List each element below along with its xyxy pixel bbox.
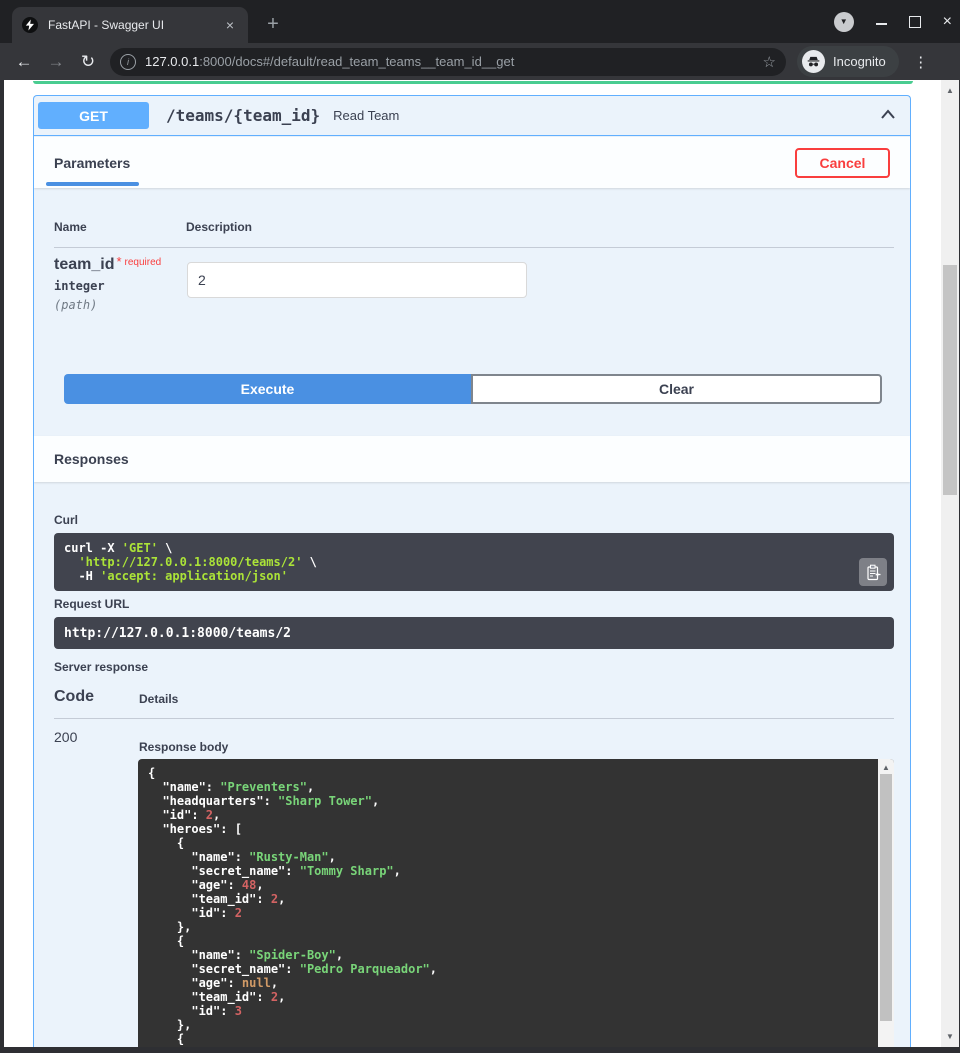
response-body-label: Response body bbox=[139, 740, 228, 754]
param-row: team_id* required integer (path) bbox=[54, 254, 161, 312]
scroll-up-icon[interactable]: ▲ bbox=[878, 763, 894, 772]
parameters-tab: Parameters bbox=[54, 155, 130, 171]
method-badge: GET bbox=[38, 102, 149, 129]
curl-block: curl -X 'GET' \ 'http://127.0.0.1:8000/t… bbox=[54, 533, 894, 591]
required-label: required bbox=[125, 257, 162, 268]
url-path: :8000/docs#/default/read_team_teams__tea… bbox=[199, 54, 514, 69]
copy-button[interactable] bbox=[859, 558, 887, 586]
get-opblock: GET /teams/{team_id} Read Team Parameter… bbox=[33, 95, 911, 1047]
browser-update-indicator[interactable]: ▼ bbox=[834, 12, 854, 32]
url-text: 127.0.0.1:8000/docs#/default/read_team_t… bbox=[145, 54, 757, 69]
page-scrollbar[interactable]: ▲ ▼ bbox=[941, 80, 959, 1047]
response-scroll-thumb[interactable] bbox=[880, 774, 892, 1021]
browser-tab-bar: FastAPI - Swagger UI × + ▼ × bbox=[0, 0, 960, 43]
server-response-label: Server response bbox=[54, 660, 148, 674]
response-divider bbox=[54, 718, 894, 719]
param-value-input[interactable] bbox=[187, 262, 527, 298]
reload-button[interactable]: ↻ bbox=[72, 52, 104, 72]
responses-header: Responses bbox=[34, 436, 910, 482]
site-info-icon[interactable]: i bbox=[120, 54, 136, 70]
response-scrollbar[interactable]: ▲ bbox=[878, 759, 894, 1047]
params-col-name: Name bbox=[54, 220, 87, 234]
parameters-tab-underline bbox=[46, 182, 139, 186]
parameters-header: Parameters Cancel bbox=[34, 137, 910, 188]
details-column-label: Details bbox=[139, 692, 178, 706]
page-scroll-thumb[interactable] bbox=[943, 265, 957, 495]
param-in: (path) bbox=[54, 298, 161, 312]
browser-menu-icon[interactable]: ⋮ bbox=[909, 53, 933, 71]
params-divider bbox=[54, 247, 894, 248]
request-url-label: Request URL bbox=[54, 597, 129, 611]
param-name: team_id bbox=[54, 256, 114, 273]
request-url-text: http://127.0.0.1:8000/teams/2 bbox=[64, 626, 291, 641]
swagger-page: GET /teams/{team_id} Read Team Parameter… bbox=[4, 80, 941, 1047]
responses-title: Responses bbox=[54, 451, 129, 467]
bookmark-star-icon[interactable]: ☆ bbox=[763, 53, 776, 71]
request-url-block: http://127.0.0.1:8000/teams/2 bbox=[54, 617, 894, 649]
execute-button[interactable]: Execute bbox=[64, 374, 471, 404]
tab-title: FastAPI - Swagger UI bbox=[48, 18, 222, 32]
status-code: 200 bbox=[54, 729, 77, 745]
page-scroll-down-icon[interactable]: ▼ bbox=[941, 1032, 959, 1041]
new-tab-button[interactable]: + bbox=[260, 11, 286, 37]
endpoint-path: /teams/{team_id} bbox=[166, 106, 320, 125]
tab-close-icon[interactable]: × bbox=[222, 17, 238, 33]
browser-tab[interactable]: FastAPI - Swagger UI × bbox=[12, 7, 248, 43]
response-body-code: { "name": "Preventers", "headquarters": … bbox=[148, 766, 868, 1047]
clipboard-icon bbox=[866, 564, 881, 581]
browser-toolbar: ← → ↻ i 127.0.0.1:8000/docs#/default/rea… bbox=[0, 43, 960, 80]
opblock-summary[interactable]: GET /teams/{team_id} Read Team bbox=[34, 96, 910, 136]
curl-label: Curl bbox=[54, 513, 78, 527]
page-scroll-up-icon[interactable]: ▲ bbox=[941, 86, 959, 95]
execute-row: Execute Clear bbox=[64, 374, 882, 404]
clear-button[interactable]: Clear bbox=[471, 374, 882, 404]
incognito-label: Incognito bbox=[833, 54, 886, 69]
incognito-icon bbox=[802, 50, 825, 73]
curl-code: curl -X 'GET' \ 'http://127.0.0.1:8000/t… bbox=[64, 541, 884, 583]
collapse-chevron-icon[interactable] bbox=[880, 107, 896, 125]
endpoint-summary: Read Team bbox=[333, 108, 399, 123]
param-type: integer bbox=[54, 279, 161, 293]
previous-opblock-edge bbox=[33, 81, 913, 84]
url-host: 127.0.0.1 bbox=[145, 54, 199, 69]
params-col-description: Description bbox=[186, 220, 252, 234]
required-star: * bbox=[116, 254, 121, 269]
forward-button[interactable]: → bbox=[40, 52, 72, 72]
fastapi-favicon-icon bbox=[22, 17, 38, 33]
code-column-label: Code bbox=[54, 688, 94, 706]
window-close-button[interactable]: × bbox=[943, 14, 952, 30]
incognito-badge: Incognito bbox=[797, 46, 899, 77]
response-body-block: { "name": "Preventers", "headquarters": … bbox=[138, 759, 894, 1047]
maximize-button[interactable] bbox=[909, 16, 921, 28]
minimize-button[interactable] bbox=[876, 23, 887, 25]
back-button[interactable]: ← bbox=[8, 52, 40, 72]
cancel-button[interactable]: Cancel bbox=[795, 148, 890, 178]
url-bar[interactable]: i 127.0.0.1:8000/docs#/default/read_team… bbox=[110, 48, 786, 76]
